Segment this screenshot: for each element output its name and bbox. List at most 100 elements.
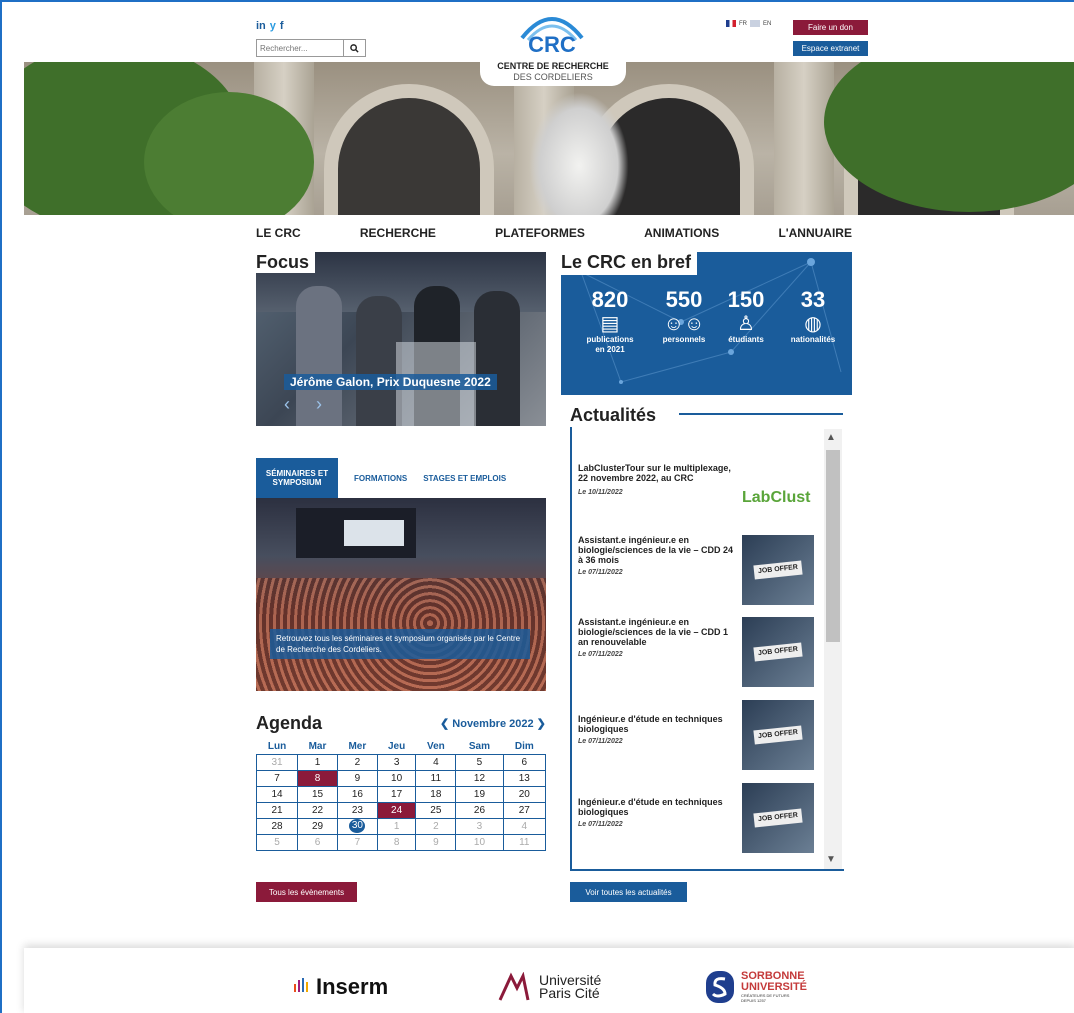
news-item-title[interactable]: Assistant.e ingénieur.e en biologie/scie… [578, 617, 736, 647]
news-separator [578, 859, 820, 869]
seminar-image[interactable] [256, 498, 546, 691]
calendar-day[interactable]: 6 [502, 753, 547, 771]
search-input[interactable] [257, 40, 343, 56]
all-events-button[interactable]: Tous les évènements [256, 882, 357, 902]
news-item-title[interactable]: Assistant.e ingénieur.e en biologie/scie… [578, 535, 736, 565]
nav-plateformes[interactable]: PLATEFORMES [495, 226, 585, 242]
calendar-day[interactable]: 11 [502, 833, 547, 851]
focus-next-icon[interactable]: › [316, 394, 322, 415]
calendar-day-header: Sam [468, 741, 491, 753]
calendar-day[interactable]: 26 [455, 801, 504, 819]
nav-le-crc[interactable]: LE CRC [256, 226, 301, 242]
calendar-today[interactable]: 30 [349, 819, 366, 833]
fr-flag-icon[interactable] [726, 20, 736, 27]
calendar-day[interactable]: 21 [255, 801, 299, 819]
scroll-up-icon[interactable]: ▲ [826, 432, 836, 443]
nav-animations[interactable]: ANIMATIONS [644, 226, 719, 242]
calendar-day[interactable]: 15 [297, 785, 338, 803]
uk-flag-icon[interactable] [750, 20, 760, 27]
month-prev-icon[interactable]: ❮ [440, 718, 449, 730]
scroll-down-icon[interactable]: ▼ [826, 854, 836, 865]
calendar-day[interactable]: 20 [502, 785, 547, 803]
calendar-day[interactable]: 1 [297, 753, 338, 771]
news-title: Actualités [570, 405, 657, 425]
facebook-icon[interactable]: f [280, 20, 284, 32]
news-item-title[interactable]: Ingénieur.e d'étude en techniques biolog… [578, 714, 736, 734]
calendar-day[interactable]: 6 [297, 833, 338, 851]
stat-publications: 820 ▤ publications en 2021 [581, 287, 639, 355]
stat-personnels: 550 ☺☺ personnels [649, 287, 719, 345]
calendar-day[interactable]: 10 [455, 833, 504, 851]
extranet-button[interactable]: Espace extranet [793, 41, 868, 56]
calendar-day[interactable]: 2 [336, 753, 378, 771]
news-item[interactable]: Ingénieur.e d'étude en techniques biolog… [578, 783, 820, 863]
calendar-day[interactable]: 30 [336, 817, 378, 835]
news-item-title[interactable]: Ingénieur.e d'étude en techniques biolog… [578, 797, 736, 817]
calendar-day[interactable]: 18 [415, 785, 457, 803]
calendar-day[interactable]: 23 [336, 801, 378, 819]
events-tabs: SÉMINAIRES ET SYMPOSIUM FORMATIONS STAGE… [256, 458, 546, 510]
news-item[interactable]: Assistant.e ingénieur.e en biologie/scie… [578, 617, 820, 697]
calendar-day[interactable]: 24 [376, 801, 417, 819]
tab-stages[interactable]: STAGES ET EMPLOIS [423, 474, 506, 483]
calendar-day[interactable]: 28 [255, 817, 299, 835]
nav-recherche[interactable]: RECHERCHE [360, 226, 436, 242]
calendar-day[interactable]: 25 [415, 801, 457, 819]
linkedin-icon[interactable]: in [256, 20, 266, 32]
news-item-date: Le 07/11/2022 [578, 821, 623, 828]
upc-mark-icon [498, 972, 530, 1001]
news-item-title[interactable]: LabClusterTour sur le multiplexage, 22 n… [578, 463, 736, 483]
tab-seminaires[interactable]: SÉMINAIRES ET SYMPOSIUM [256, 458, 338, 510]
stat-nationalites: 33 ◍ nationalités [781, 287, 845, 345]
calendar-day[interactable]: 17 [376, 785, 417, 803]
donate-button[interactable]: Faire un don [793, 20, 868, 35]
calendar-day-header: Lun [267, 741, 287, 753]
calendar-day[interactable]: 19 [455, 785, 504, 803]
calendar-day[interactable]: 4 [415, 753, 457, 771]
news-scrollbar-thumb[interactable] [826, 450, 840, 642]
calendar-day[interactable]: 4 [502, 817, 547, 835]
calendar-day[interactable]: 16 [336, 785, 378, 803]
tab-formations[interactable]: FORMATIONS [354, 474, 407, 483]
calendar-day[interactable]: 7 [255, 769, 299, 787]
lang-en[interactable]: EN [763, 21, 771, 27]
focus-slide-image[interactable] [256, 252, 546, 426]
focus-prev-icon[interactable]: ‹ [284, 394, 290, 415]
calendar-day[interactable]: 27 [502, 801, 547, 819]
calendar-day[interactable]: 2 [415, 817, 457, 835]
search-button[interactable] [343, 40, 365, 56]
main-nav: LE CRC RECHERCHE PLATEFORMES ANIMATIONS … [256, 226, 852, 242]
calendar-day[interactable]: 7 [336, 833, 378, 851]
calendar-day[interactable]: 11 [415, 769, 457, 787]
all-news-button[interactable]: Voir toutes les actualités [570, 882, 687, 902]
lang-fr[interactable]: FR [739, 21, 747, 27]
calendar-day[interactable]: 22 [297, 801, 338, 819]
calendar-day[interactable]: 8 [297, 769, 338, 787]
calendar-day[interactable]: 14 [255, 785, 299, 803]
calendar-day[interactable]: 3 [455, 817, 504, 835]
calendar-day[interactable]: 12 [455, 769, 504, 787]
news-item[interactable]: Ingénieur.e d'étude en techniques biolog… [578, 700, 820, 780]
twitter-icon[interactable]: y [270, 20, 276, 32]
month-next-icon[interactable]: ❯ [537, 718, 546, 730]
upc-logo[interactable]: Université Paris Cité [497, 972, 601, 1002]
calendar-day[interactable]: 10 [376, 769, 417, 787]
inserm-logo[interactable]: Inserm [294, 974, 388, 1000]
calendar-day[interactable]: 9 [415, 833, 457, 851]
calendar-day[interactable]: 5 [255, 833, 299, 851]
calendar-day[interactable]: 29 [297, 817, 338, 835]
calendar-day[interactable]: 3 [376, 753, 417, 771]
news-item[interactable]: Assistant.e ingénieur.e en biologie/scie… [578, 535, 820, 615]
agenda-month: Novembre 2022 [452, 718, 534, 730]
focus-caption[interactable]: Jérôme Galon, Prix Duquesne 2022 [284, 374, 497, 390]
calendar-day[interactable]: 13 [502, 769, 547, 787]
seminar-caption[interactable]: Retrouvez tous les séminaires et symposi… [270, 629, 530, 659]
calendar-day[interactable]: 8 [376, 833, 417, 851]
nav-annuaire[interactable]: L'ANNUAIRE [778, 226, 852, 242]
sorbonne-logo[interactable]: SORBONNE UNIVERSITÉ CRÉATEURS DE FUTURS DEP… [705, 970, 807, 1004]
crc-logo[interactable]: CRC CENTRE DE RECHERCHE DES CORDELIERS [480, 6, 626, 86]
calendar-day[interactable]: 9 [336, 769, 378, 787]
calendar-day[interactable]: 31 [255, 753, 299, 771]
calendar-day[interactable]: 5 [455, 753, 504, 771]
calendar-day[interactable]: 1 [376, 817, 417, 835]
